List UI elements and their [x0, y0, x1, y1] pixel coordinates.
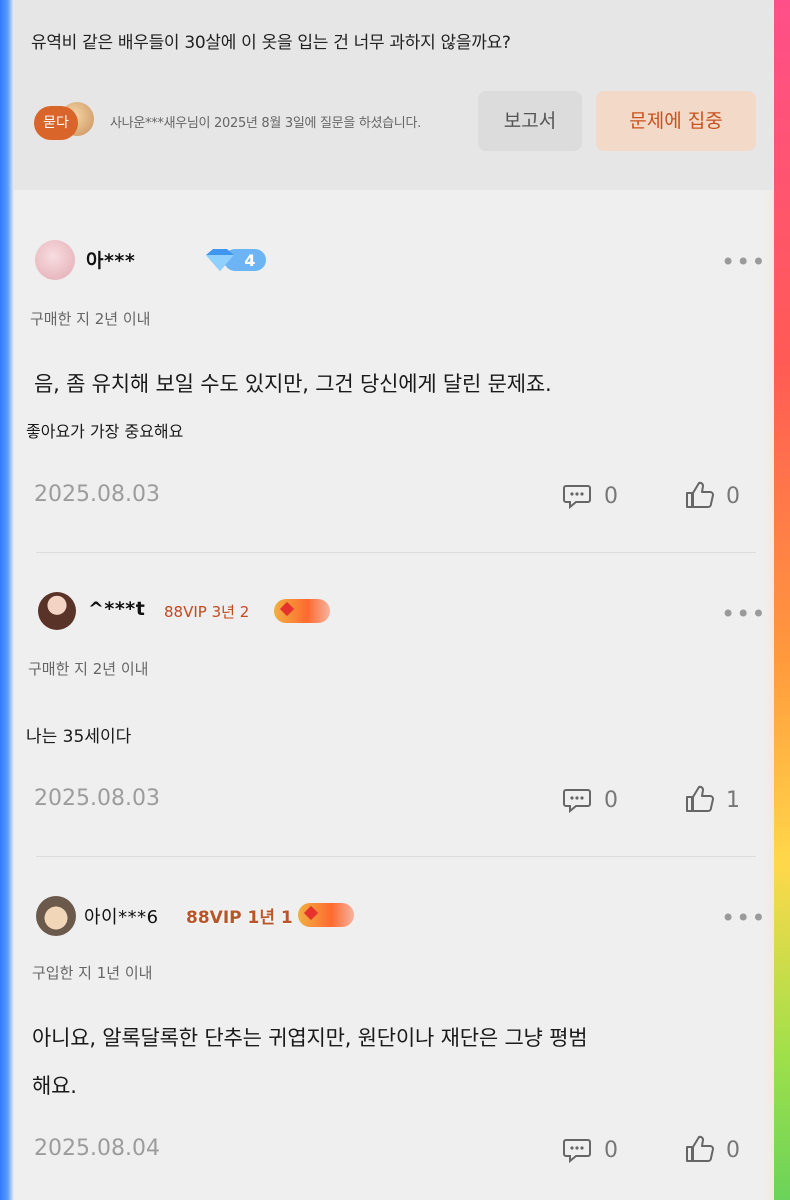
- avatar[interactable]: [35, 240, 75, 280]
- more-options-icon[interactable]: •••: [721, 250, 766, 274]
- review-text: 음, 좀 유치해 보일 수도 있지만, 그건 당신에게 달린 문제죠.: [34, 372, 552, 396]
- review-divider: [36, 552, 756, 553]
- thumbs-up-icon[interactable]: [684, 480, 714, 510]
- comment-icon[interactable]: [562, 1134, 592, 1164]
- review-text: 아니요, 알록달록한 단추는 귀엽지만, 원단이나 재단은 그냥 평범: [32, 1026, 588, 1050]
- review-subtext: 좋아요가 가장 중요해요: [26, 422, 184, 441]
- question-meta: 사나운***새우님이 2025년 8월 3일에 질문을 하셨습니다.: [110, 116, 421, 131]
- review-date: 2025.08.04: [34, 1136, 160, 1161]
- right-edge-decoration: [764, 0, 790, 1200]
- vip-badge: 88VIP 3년 2: [164, 603, 250, 621]
- purchase-info: 구매한 지 2년 이내: [28, 660, 149, 678]
- report-button[interactable]: 보고서: [478, 91, 582, 151]
- review-divider: [36, 856, 756, 857]
- purchase-info: 구입한 지 1년 이내: [32, 964, 153, 982]
- like-count: 1: [726, 788, 740, 813]
- review-date: 2025.08.03: [34, 482, 160, 507]
- asker-avatar: 묻다: [34, 102, 94, 142]
- comment-count: 0: [604, 484, 618, 509]
- purchase-info: 구매한 지 2년 이내: [30, 310, 151, 328]
- focus-question-button[interactable]: 문제에 집중: [596, 91, 756, 151]
- avatar[interactable]: [38, 592, 76, 630]
- question-header: 유역비 같은 배우들이 30살에 이 옷을 입는 건 너무 과하지 않을까요? …: [14, 0, 774, 190]
- thumbs-up-icon[interactable]: [684, 784, 714, 814]
- review-date: 2025.08.03: [34, 786, 160, 811]
- username: 아이***6: [84, 907, 159, 928]
- comment-icon[interactable]: [562, 784, 592, 814]
- question-text: 유역비 같은 배우들이 30살에 이 옷을 입는 건 너무 과하지 않을까요?: [31, 33, 511, 53]
- review-text: 나는 35세이다: [26, 727, 132, 747]
- vip-badge: 88VIP 1년 1: [186, 908, 293, 928]
- more-options-icon[interactable]: •••: [721, 602, 766, 626]
- crown-icon: [298, 903, 354, 927]
- avatar[interactable]: [36, 896, 76, 936]
- comment-count: 0: [604, 1138, 618, 1163]
- ask-badge: 묻다: [34, 106, 78, 140]
- like-count: 0: [726, 1138, 740, 1163]
- thumbs-up-icon[interactable]: [684, 1134, 714, 1164]
- crown-icon: [274, 599, 330, 623]
- comment-icon[interactable]: [562, 480, 592, 510]
- review-text-continued: 해요.: [32, 1074, 77, 1098]
- username: ^***t: [88, 598, 146, 620]
- diamond-level-icon: 4: [206, 249, 266, 271]
- comment-count: 0: [604, 788, 618, 813]
- more-options-icon[interactable]: •••: [721, 906, 766, 930]
- level-number: 4: [244, 251, 255, 270]
- left-edge-decoration: [0, 0, 14, 1200]
- like-count: 0: [726, 484, 740, 509]
- username: 아***: [86, 250, 136, 272]
